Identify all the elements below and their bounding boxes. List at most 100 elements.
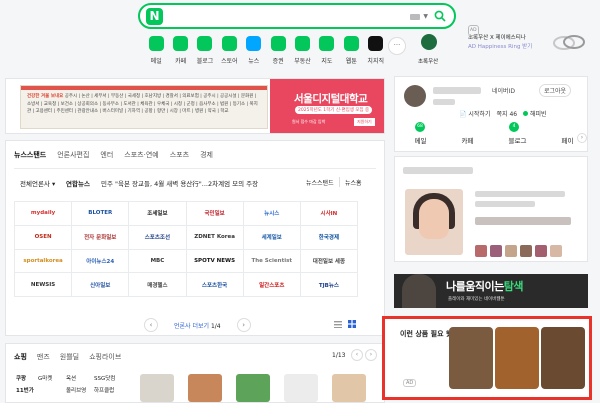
shortcut-label[interactable]: 치지직: [367, 58, 384, 65]
feed-image[interactable]: [405, 189, 463, 255]
shortcut-icon[interactable]: [246, 36, 262, 51]
note-link[interactable]: 쪽지 46: [496, 109, 517, 118]
swatch[interactable]: [520, 245, 532, 257]
prev-button[interactable]: ‹: [351, 349, 363, 361]
mall-link[interactable]: SSG닷컴: [94, 373, 122, 385]
shortcut-8[interactable]: 웹툰: [339, 36, 363, 65]
swatch[interactable]: [550, 245, 562, 257]
shopping-tab[interactable]: 원쁠딜: [60, 352, 79, 362]
press-logo[interactable]: 조세일보: [129, 202, 187, 226]
shortcut-3[interactable]: 스토어: [217, 36, 241, 65]
keyboard-icon[interactable]: [410, 14, 420, 20]
shortcut-4[interactable]: 뉴스: [242, 36, 266, 65]
press-logo[interactable]: mydaily: [15, 202, 73, 226]
top-ad[interactable]: AD 초록우산 X 제이에스티나 AD Happiness Ring 받기: [468, 25, 532, 52]
press-logo[interactable]: ZDNET Korea: [186, 225, 244, 250]
press-logo[interactable]: 전자 문화일보: [72, 225, 130, 250]
press-logo[interactable]: 한국경제: [300, 225, 358, 250]
news-tab[interactable]: 엔터: [100, 150, 113, 160]
shortcut-icon[interactable]: [270, 36, 286, 51]
press-logo[interactable]: 일간스포츠: [243, 273, 301, 297]
news-tab[interactable]: 언론사편집: [57, 150, 89, 160]
mall-link[interactable]: 11번가: [16, 385, 38, 397]
press-logo[interactable]: OSEN: [15, 225, 73, 250]
mall-link[interactable]: 올리브영: [66, 385, 94, 397]
rolling-headline[interactable]: 민주 "육본 장교들, 4월 새벽 용산行"...2차계엄 모의 주장: [101, 178, 301, 188]
shortcut-6[interactable]: 부동산: [290, 36, 314, 65]
swatch[interactable]: [505, 245, 517, 257]
shortcut-label[interactable]: 카페: [175, 58, 186, 65]
caret-down-icon[interactable]: ▼: [423, 13, 428, 20]
product-thumb[interactable]: [188, 374, 222, 402]
shortcut-label[interactable]: 뉴스: [248, 58, 259, 65]
press-logo[interactable]: 신아일보: [72, 273, 130, 297]
shortcut-icon[interactable]: [319, 36, 335, 51]
partner-label[interactable]: 초록우산: [418, 57, 438, 65]
shopping-tab[interactable]: 쇼핑: [14, 352, 27, 362]
press-logo[interactable]: 매경헬스: [129, 273, 187, 297]
product-ad-box[interactable]: 이런 상품 필요 했나요? AD: [382, 316, 592, 400]
press-logo[interactable]: MBC: [129, 249, 187, 274]
press-logo[interactable]: BLOTER: [72, 202, 130, 226]
newshome-link[interactable]: 뉴스홈: [345, 178, 362, 187]
news-tab[interactable]: 스포츠: [170, 150, 189, 160]
shortcut-0[interactable]: 메일: [144, 36, 168, 65]
webtoon-ad-banner[interactable]: 나를움직이는탐색 플레이와 재미있는 네이버웹툰: [394, 274, 588, 308]
prev-page-button[interactable]: ‹: [144, 318, 158, 332]
product-image[interactable]: [541, 327, 585, 389]
chevron-right-icon[interactable]: ›: [577, 133, 587, 143]
shopping-tab[interactable]: 쇼핑라이브: [89, 352, 121, 362]
product-thumb[interactable]: [284, 374, 318, 402]
shortcut-label[interactable]: 스토어: [221, 58, 238, 65]
account-tab[interactable]: 블로그: [505, 135, 527, 145]
shortcut-1[interactable]: 카페: [168, 36, 192, 65]
press-category-dropdown[interactable]: 전체언론사 ▾: [20, 178, 55, 188]
shortcut-5[interactable]: 증권: [266, 36, 290, 65]
rolling-press[interactable]: 연합뉴스: [66, 178, 90, 188]
news-tab[interactable]: 경제: [200, 150, 213, 160]
press-logo[interactable]: 세계일보: [243, 225, 301, 250]
product-image[interactable]: [449, 327, 493, 389]
shortcut-icon[interactable]: [148, 36, 164, 51]
press-logo[interactable]: SPOTV NEWS: [186, 249, 244, 274]
press-logo[interactable]: 스포츠한국: [186, 273, 244, 297]
press-logo[interactable]: 아이뉴스24: [72, 249, 130, 274]
product-thumb[interactable]: [332, 374, 366, 402]
shortcut-icon[interactable]: [221, 36, 237, 51]
press-logo[interactable]: 국민일보: [186, 202, 244, 226]
swatch[interactable]: [535, 245, 547, 257]
shortcut-label[interactable]: 부동산: [294, 58, 311, 65]
start-link[interactable]: 📄 시작하기: [459, 109, 490, 118]
shortcut-icon[interactable]: [295, 36, 311, 51]
search-bar[interactable]: N ▼: [138, 3, 456, 29]
shortcut-label[interactable]: 메일: [151, 58, 162, 65]
happybean-link[interactable]: 해피빈: [523, 109, 547, 118]
news-tab[interactable]: 뉴스스탠드: [14, 150, 46, 160]
banner-left-ad[interactable]: 건강한 겨울 보내요 공주시 | 논산 | 세무서 | 부동산 | 국세청 | …: [20, 85, 268, 129]
press-logo[interactable]: NEWSIS: [15, 273, 73, 297]
naver-logo[interactable]: N: [146, 8, 163, 25]
shortcut-2[interactable]: 블로그: [193, 36, 217, 65]
shortcut-icon[interactable]: [343, 36, 359, 51]
shortcut-icon[interactable]: [368, 36, 384, 51]
banner-apply-button[interactable]: 지원하기: [354, 118, 375, 126]
mall-link[interactable]: G마켓: [38, 373, 66, 385]
content-feed-card[interactable]: [394, 156, 588, 262]
press-logo[interactable]: 대전일보 세종: [300, 249, 358, 274]
account-tab[interactable]: 메일: [411, 135, 427, 145]
grid-view-icon[interactable]: [348, 320, 356, 328]
shortcut-icon[interactable]: [173, 36, 189, 51]
shortcut-9[interactable]: 치지직: [364, 36, 388, 65]
newsstand-link[interactable]: 뉴스스탠드: [306, 178, 334, 187]
press-logo[interactable]: TJB뉴스: [300, 273, 358, 297]
shortcut-label[interactable]: 증권: [273, 58, 284, 65]
press-logo[interactable]: 시사IN: [300, 202, 358, 226]
logout-button[interactable]: 로그아웃: [539, 84, 572, 97]
partner-logo-icon[interactable]: [421, 34, 437, 50]
product-image[interactable]: [495, 327, 539, 389]
shortcut-label[interactable]: 블로그: [197, 58, 214, 65]
next-button[interactable]: ›: [365, 349, 377, 361]
list-view-icon[interactable]: [334, 320, 342, 328]
press-logo[interactable]: 뉴시스: [243, 202, 301, 226]
top-ad-sub[interactable]: AD Happiness Ring 받기: [468, 43, 532, 52]
